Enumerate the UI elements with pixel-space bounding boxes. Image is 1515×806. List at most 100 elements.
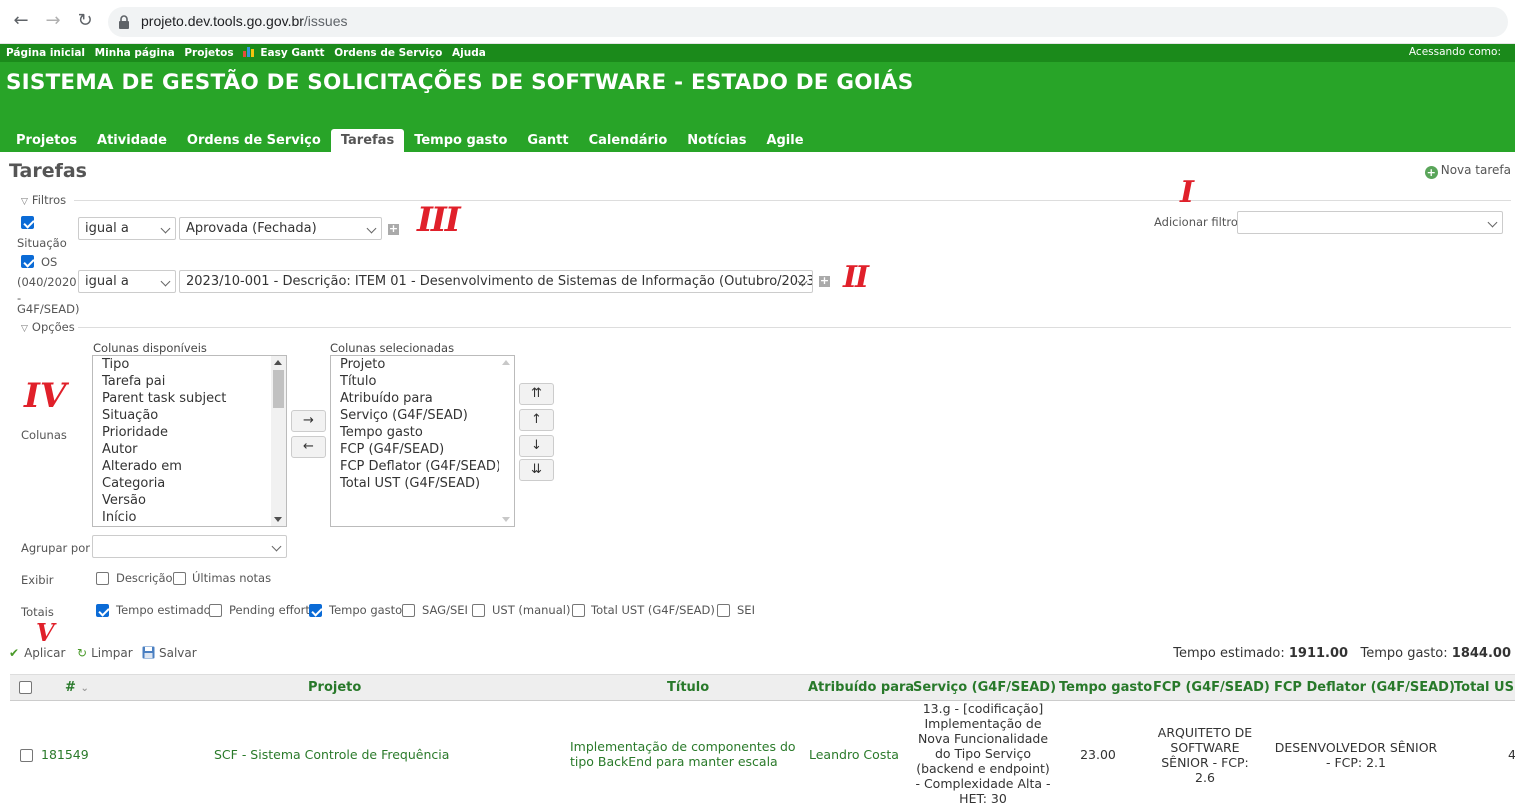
tab-service-orders[interactable]: Ordens de Serviço [177,129,331,152]
total-ust-g4f-checkbox[interactable] [572,604,585,617]
reload-icon[interactable]: ↻ [74,10,96,32]
new-issue-link[interactable]: + Nova tarefa [1424,163,1511,179]
issue-assignee-link[interactable]: Leandro Costa [809,747,899,762]
options-legend[interactable]: ▽ Opções [21,320,75,334]
available-column-option[interactable]: Tarefa pai [93,373,286,390]
tab-calendar[interactable]: Calendário [579,129,678,152]
scroll-down-arrow-icon[interactable] [502,517,510,522]
toggle-multiselect-icon[interactable]: + [819,275,830,287]
column-header-assignee[interactable]: Atribuído para [808,680,914,695]
total-spent-checkbox[interactable] [309,604,322,617]
filter-status-value-text: Aprovada (Fechada) [186,221,317,236]
available-column-option[interactable]: Categoria [93,475,286,492]
scrollbar[interactable] [499,356,514,526]
column-header-project[interactable]: Projeto [308,680,361,695]
filter-status-operator[interactable]: igual a [78,217,176,240]
top-menu-service-orders[interactable]: Ordens de Serviço [334,47,442,59]
column-header-id[interactable]: # ⌄ [65,680,89,695]
top-menu-home[interactable]: Página inicial [6,47,85,59]
tab-issues[interactable]: Tarefas [330,129,405,152]
available-column-option[interactable]: Versão [93,492,286,509]
available-column-option[interactable]: Prioridade [93,424,286,441]
row-select-checkbox[interactable] [20,749,33,762]
filter-status-checkbox[interactable] [21,216,34,229]
move-top-button[interactable]: ⇈ [519,383,554,405]
column-header-time-spent[interactable]: Tempo gasto [1059,680,1152,695]
address-bar[interactable]: projeto.dev.tools.go.gov.br/issues [108,7,1508,37]
issue-id-link[interactable]: 181549 [41,747,89,762]
clear-button[interactable]: ↻ Limpar [77,646,133,660]
selected-column-option[interactable]: Projeto [331,356,514,373]
arrow-right-icon[interactable]: → [42,10,64,32]
issue-title-link[interactable]: Implementação de componentes do tipo Bac… [570,739,796,769]
scroll-down-arrow-icon[interactable] [274,517,282,522]
move-right-button[interactable]: → [291,410,326,432]
move-down-button[interactable]: ↓ [519,435,554,457]
available-column-option[interactable]: Início [93,509,286,526]
column-header-id-label: # [65,680,76,695]
available-column-option[interactable]: Situação [93,407,286,424]
top-menu-easy-gantt[interactable]: Easy Gantt [260,47,324,59]
save-button[interactable]: Salvar [142,646,197,660]
filter-status-value[interactable]: Aprovada (Fechada) [179,217,382,240]
selected-column-option[interactable]: Tempo gasto [331,424,514,441]
toggle-multiselect-icon[interactable]: + [388,223,399,235]
available-column-option[interactable]: Parent task subject [93,390,286,407]
top-menu-my-page[interactable]: Minha página [95,47,175,59]
tab-agile[interactable]: Agile [756,129,813,152]
tab-time-spent[interactable]: Tempo gasto [404,129,517,152]
filter-os-value[interactable]: 2023/10-001 - Descrição: ITEM 01 - Desen… [179,270,813,293]
filters-legend[interactable]: ▽ Filtros [21,193,66,207]
total-sag-sei-checkbox[interactable] [402,604,415,617]
scroll-up-arrow-icon[interactable] [502,360,510,365]
available-column-option[interactable]: Tipo [93,356,286,373]
column-header-fcp-deflator[interactable]: FCP Deflator (G4F/SEAD) [1274,680,1455,695]
move-up-button[interactable]: ↑ [519,409,554,431]
select-all-checkbox[interactable] [19,681,32,694]
top-menu-projects[interactable]: Projetos [184,47,233,59]
scrollbar-thumb[interactable] [273,370,284,408]
total-pending-effort-checkbox[interactable] [209,604,222,617]
total-sei-checkbox[interactable] [717,604,730,617]
options-legend-label: Opções [31,320,75,334]
show-description-checkbox[interactable] [96,572,109,585]
apply-button[interactable]: ✔ Aplicar [9,646,65,660]
available-columns-list[interactable]: Tipo Tarefa pai Parent task subject Situ… [92,355,287,527]
column-header-fcp[interactable]: FCP (G4F/SEAD) [1153,680,1270,695]
tab-gantt[interactable]: Gantt [517,129,578,152]
available-column-option[interactable]: Alterado em [93,458,286,475]
tab-activity[interactable]: Atividade [87,129,177,152]
column-header-service[interactable]: Serviço (G4F/SEAD) [913,680,1056,695]
total-ust-manual-label: UST (manual) [492,603,571,617]
column-header-title[interactable]: Título [667,680,709,695]
total-ust-manual-checkbox[interactable] [472,604,485,617]
filter-os-operator[interactable]: igual a [78,270,176,293]
top-menu-help[interactable]: Ajuda [452,47,486,59]
filter-os-checkbox[interactable] [21,255,34,268]
selected-column-option[interactable]: Total UST (G4F/SEAD) [331,475,514,492]
scroll-up-arrow-icon[interactable] [274,360,282,365]
arrow-left-icon[interactable]: ← [10,10,32,32]
total-estimated-checkbox[interactable] [96,604,109,617]
tab-projects[interactable]: Projetos [6,129,87,152]
selected-column-option[interactable]: FCP (G4F/SEAD) [331,441,514,458]
apply-label: Aplicar [24,646,66,660]
selected-column-option[interactable]: Atribuído para [331,390,514,407]
selected-columns-list[interactable]: Projeto Título Atribuído para Serviço (G… [330,355,515,527]
selected-column-option[interactable]: FCP Deflator (G4F/SEAD) [331,458,514,475]
group-by-select[interactable] [92,535,287,558]
selected-column-option[interactable]: Título [331,373,514,390]
move-left-button[interactable]: ← [291,436,326,458]
tab-news[interactable]: Notícias [677,129,756,152]
available-column-option[interactable]: Autor [93,441,286,458]
header: SISTEMA DE GESTÃO DE SOLICITAÇÕES DE SOF… [0,62,1515,152]
move-bottom-button[interactable]: ⇊ [519,459,554,481]
show-last-notes-checkbox[interactable] [173,572,186,585]
issue-project-link[interactable]: SCF - Sistema Controle de Frequência [214,747,449,762]
scrollbar[interactable] [271,356,286,526]
total-sag-sei-label: SAG/SEI [422,603,468,617]
column-header-total-ust[interactable]: Total US [1454,680,1514,695]
add-filter-select[interactable] [1237,211,1503,234]
selected-column-option[interactable]: Serviço (G4F/SEAD) [331,407,514,424]
issue-title-line: Implementação de componentes do [570,739,796,754]
